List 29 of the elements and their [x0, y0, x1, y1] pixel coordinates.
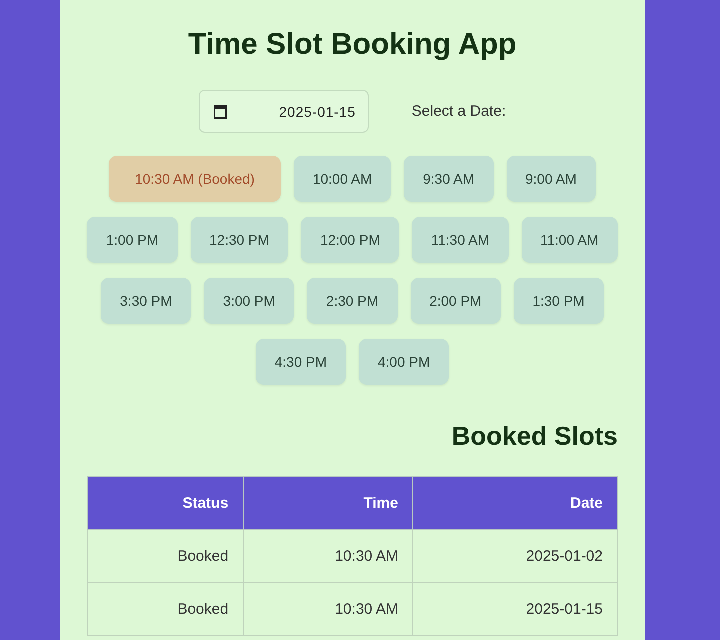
time-slot-button[interactable]: 12:00 PM: [301, 217, 400, 263]
section-heading: Booked Slots: [450, 422, 618, 450]
time-slot-button[interactable]: 4:00 PM: [359, 339, 450, 385]
table-cell: Booked: [88, 582, 244, 636]
table-cell: Booked: [88, 530, 244, 582]
time-slot-button[interactable]: 12:30 PM: [190, 217, 288, 263]
table-cell: 10:30 AM: [243, 530, 413, 582]
time-slot-button[interactable]: 11:00 AM: [522, 217, 618, 263]
date-label: Select a Date:: [412, 103, 506, 120]
date-field[interactable]: 2025-01-15: [198, 90, 369, 133]
time-slot-button[interactable]: 2:30 PM: [307, 278, 398, 324]
column-header: Date: [412, 476, 618, 530]
table-cell: 2025-01-15: [412, 582, 618, 636]
time-slot-button[interactable]: 3:30 PM: [101, 278, 192, 324]
time-slot-button[interactable]: 4:30 PM: [256, 339, 346, 385]
time-slot-button[interactable]: 2:00 PM: [410, 278, 501, 324]
time-slot-button[interactable]: 1:30 PM: [514, 278, 604, 324]
app-title: Time Slot Booking App: [187, 29, 518, 61]
time-slot-button[interactable]: 9:30 AM: [404, 156, 494, 202]
time-slot-button[interactable]: 10:00 AM: [294, 156, 392, 202]
table-cell: 2025-01-02: [412, 530, 618, 582]
time-slot-button[interactable]: 1:00 PM: [87, 217, 178, 263]
time-slot-button[interactable]: 9:00 AM: [506, 156, 596, 202]
time-slot-button[interactable]: 11:30 AM: [412, 217, 508, 263]
calendar-icon[interactable]: [214, 104, 227, 118]
time-slot-button[interactable]: 3:00 PM: [204, 278, 294, 324]
table-cell: 10:30 AM: [243, 582, 413, 636]
column-header: Time: [243, 476, 413, 530]
column-header: Status: [88, 476, 244, 530]
